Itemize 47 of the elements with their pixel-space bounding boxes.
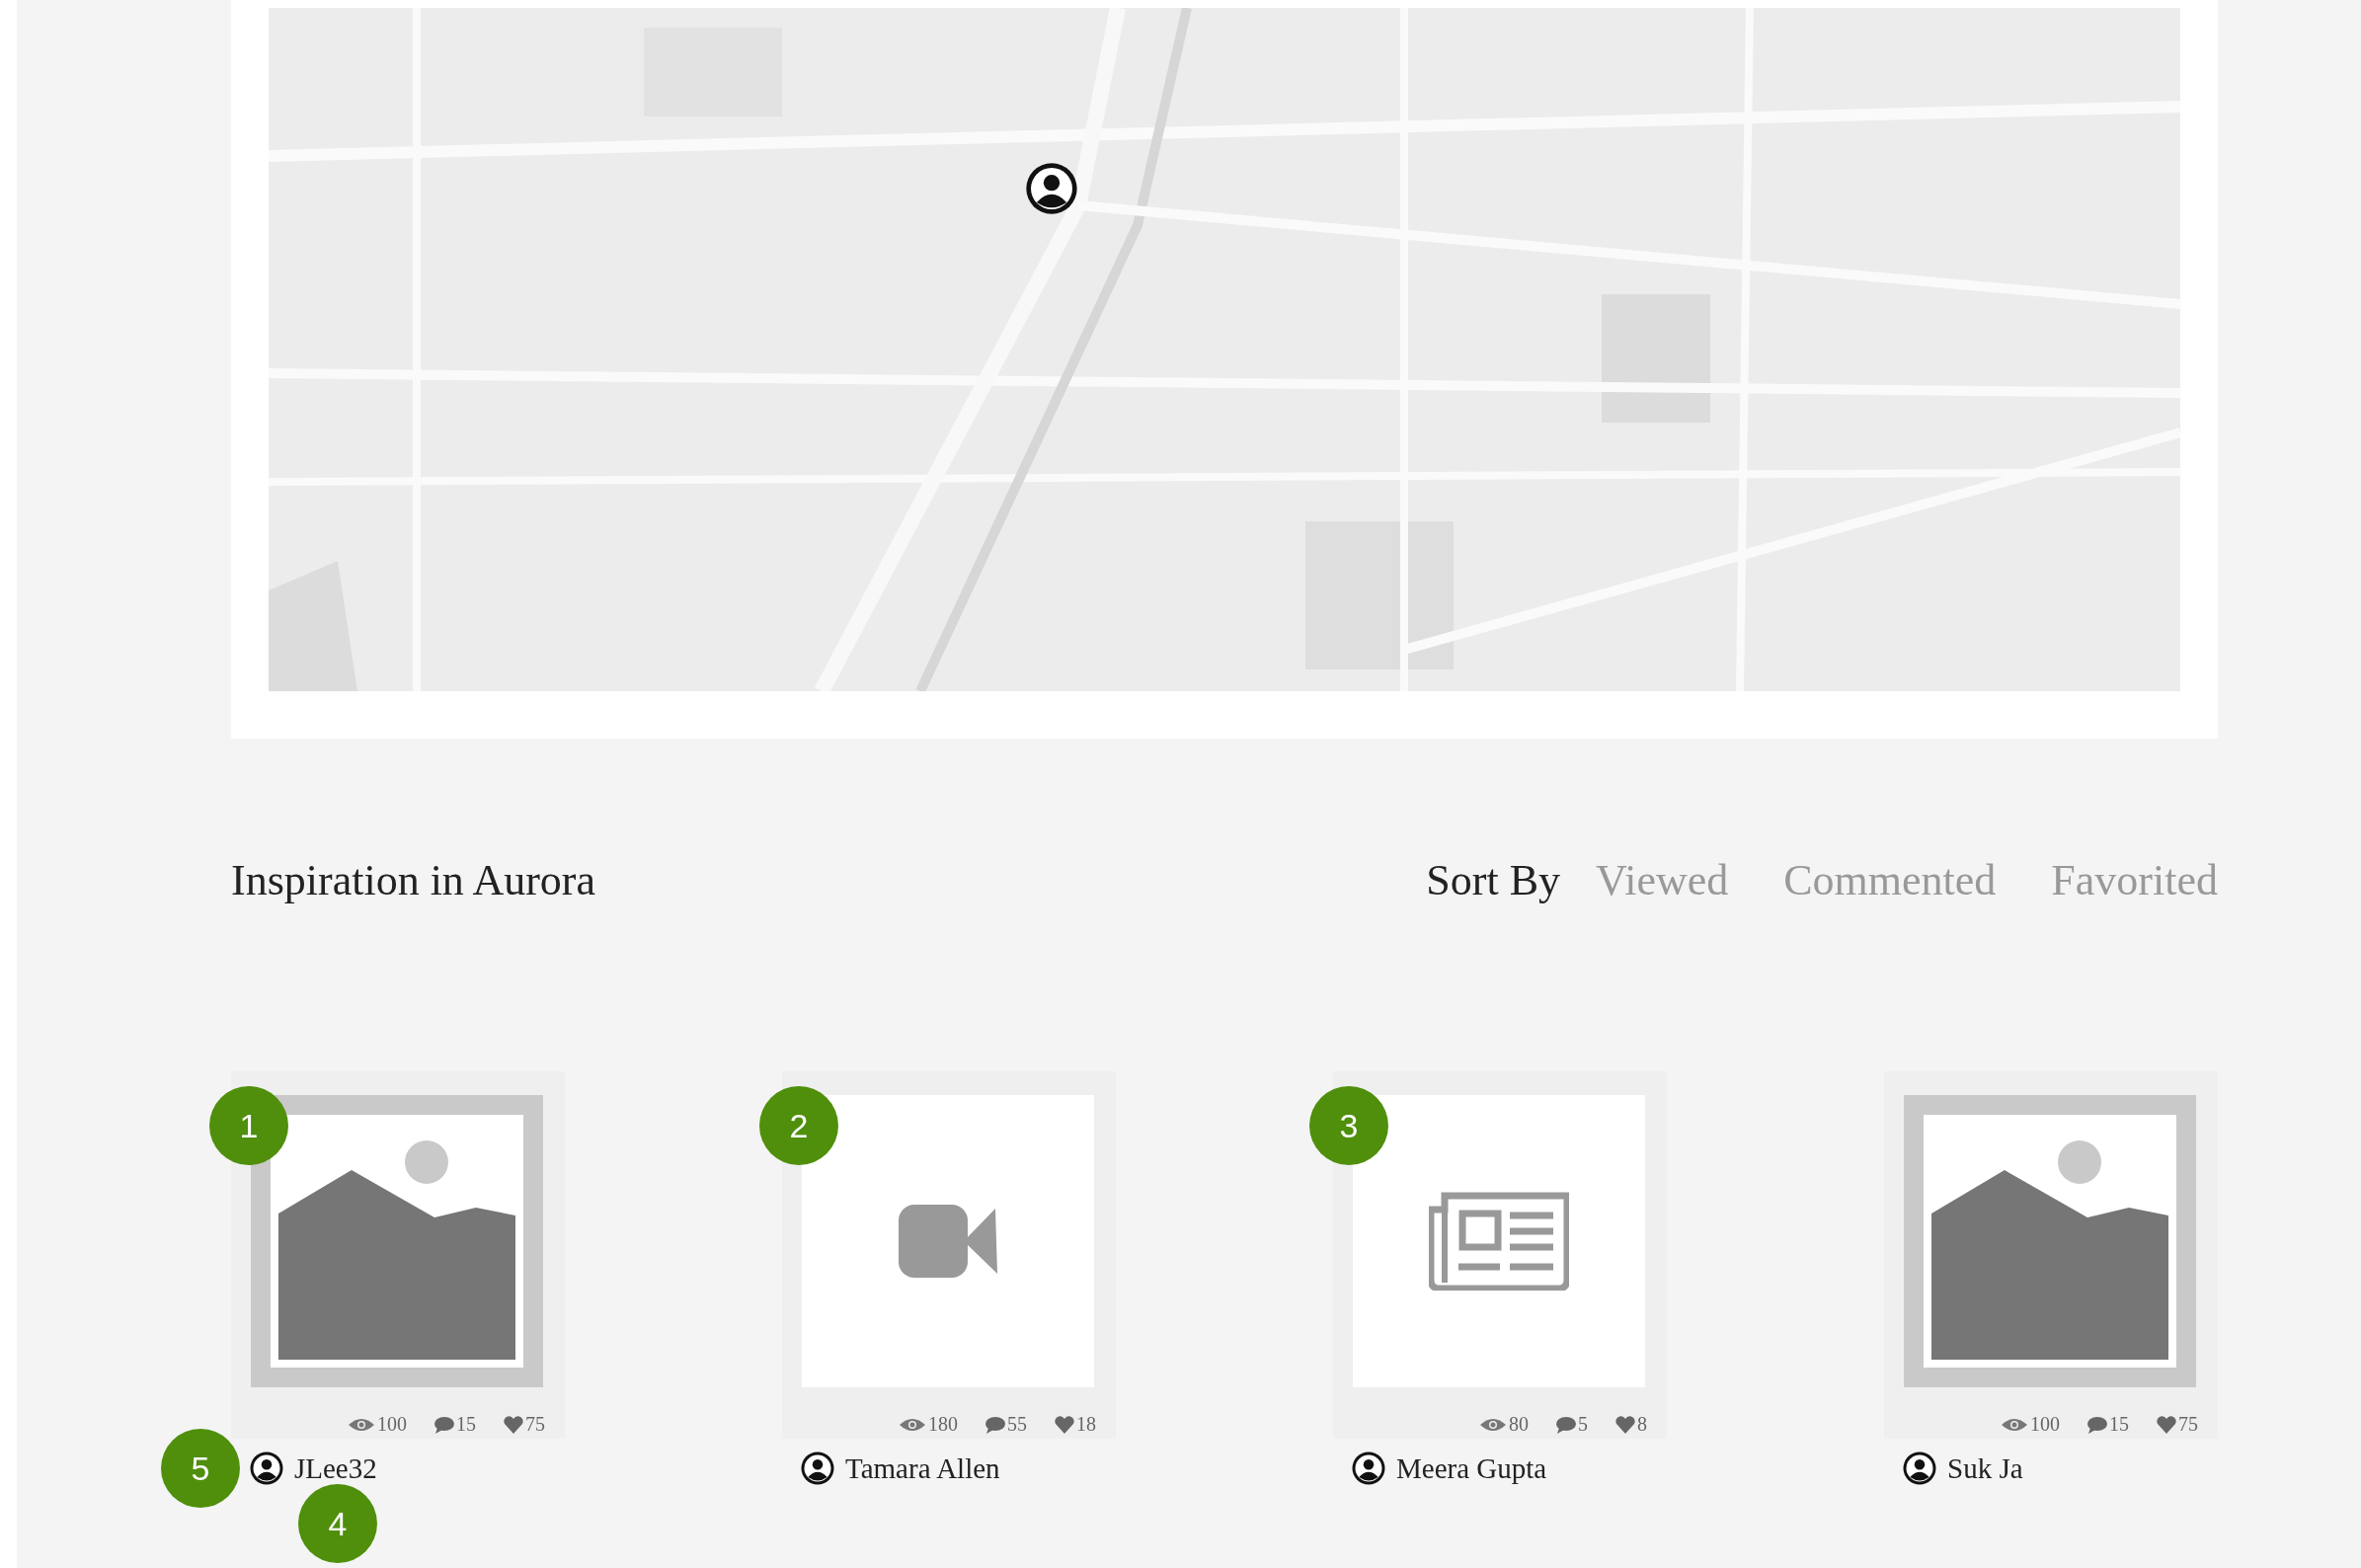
number-badge: 3 [1309,1086,1388,1165]
author-name[interactable]: Suk Ja [1947,1451,2023,1485]
user-avatar-icon [1351,1450,1386,1486]
heart-icon [1615,1415,1635,1434]
comment-icon [985,1415,1005,1434]
user-avatar-icon [800,1450,835,1486]
number-badge: 1 [209,1086,288,1165]
section-title: Inspiration in Aurora [231,855,596,905]
view-count: 180 [928,1413,958,1436]
sort-option[interactable]: Commented [1783,855,1997,905]
view-count: 100 [2030,1413,2060,1436]
eye-icon [348,1416,375,1433]
number-badge: 2 [759,1086,838,1165]
like-count: 75 [525,1413,545,1436]
comment-icon [2087,1415,2107,1434]
number-badge: 5 [161,1429,240,1508]
author-name[interactable]: JLee32 [294,1451,377,1485]
sort-label: Sort By [1426,855,1561,905]
heart-icon [2157,1415,2176,1434]
author-name[interactable]: Meera Gupta [1396,1451,1547,1485]
number-badge: 4 [298,1484,377,1563]
comment-count: 55 [1007,1413,1027,1436]
user-avatar-icon [1902,1450,1937,1486]
heart-icon [1055,1415,1074,1434]
like-count: 18 [1076,1413,1096,1436]
view-count: 100 [377,1413,407,1436]
sort-option[interactable]: Viewed [1596,855,1729,905]
sort-option[interactable]: Favorited [2051,855,2218,905]
view-count: 80 [1509,1413,1529,1436]
heart-icon [504,1415,523,1434]
comment-icon [1556,1415,1576,1434]
newspaper-icon [1429,1192,1569,1291]
user-avatar-icon [249,1450,284,1486]
video-camera-icon [899,1205,997,1278]
comment-count: 15 [2109,1413,2129,1436]
person-pin-icon[interactable] [1024,161,1079,216]
eye-icon [1479,1416,1507,1433]
comment-icon [434,1415,454,1434]
eye-icon [2001,1416,2028,1433]
like-count: 75 [2178,1413,2198,1436]
image-placeholder-icon [1904,1095,2196,1387]
post-card[interactable]: 100 15 75 [1884,1071,2218,1439]
like-count: 8 [1637,1413,1647,1436]
eye-icon [899,1416,926,1433]
comment-count: 15 [456,1413,476,1436]
author-name[interactable]: Tamara Allen [845,1451,1000,1485]
comment-count: 5 [1578,1413,1588,1436]
